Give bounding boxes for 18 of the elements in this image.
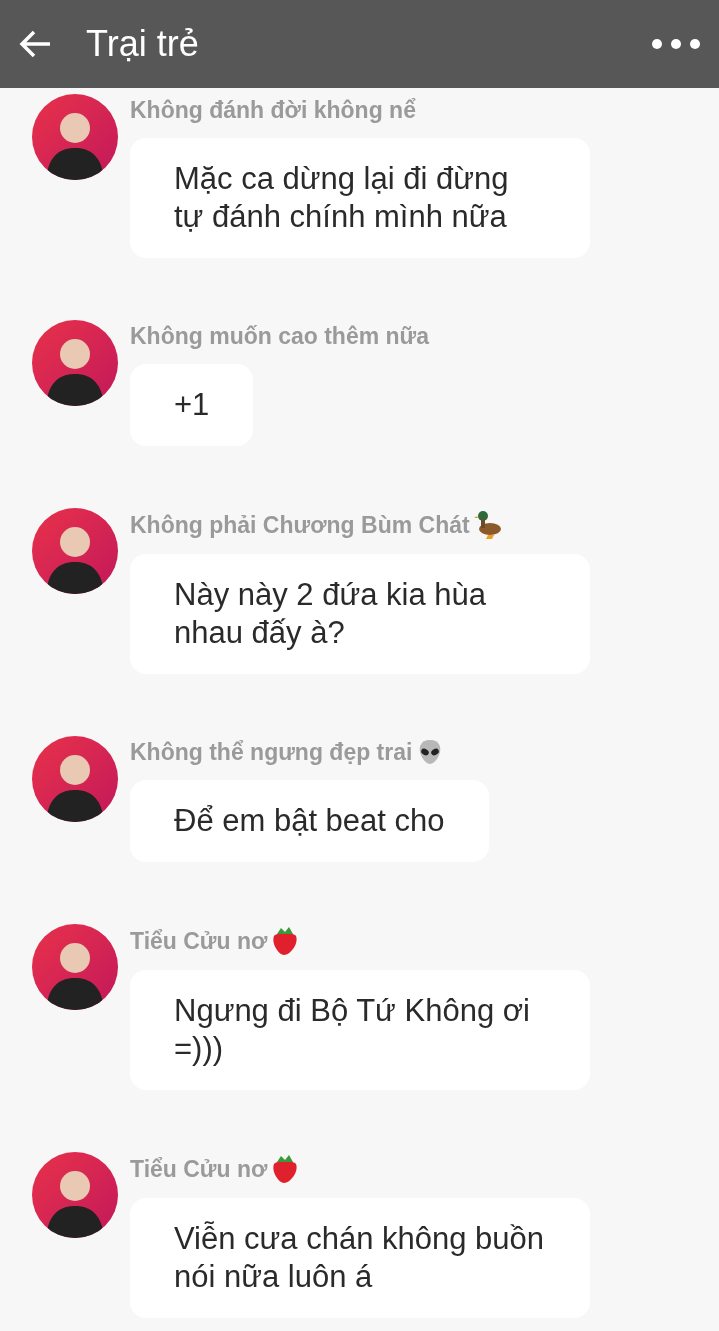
sender-name: Không muốn cao thêm nữa [130, 322, 430, 350]
sender-name: Không đánh đời không nể [130, 96, 416, 124]
duck-icon [473, 510, 504, 540]
sender-name: Tiểu Cửu nơ [130, 927, 268, 955]
sender-name: Không thể ngưng đẹp trai [130, 738, 413, 766]
more-icon [651, 37, 701, 51]
strawberry-icon [271, 1154, 300, 1184]
chat-title: Trại trẻ [86, 23, 200, 65]
message-bubble: Ngưng đi Bộ Tứ Không ơi =))) [130, 970, 590, 1090]
message-bubble: Viễn cưa chán không buồn nói nữa luôn á [130, 1198, 590, 1318]
sender-name: Tiểu Cửu nơ [130, 1155, 268, 1183]
message-bubble: +1 [130, 364, 254, 446]
message-bubble: Này này 2 đứa kia hùa nhau đấy à? [130, 554, 590, 674]
sender-name: Không phải Chương Bùm Chát [130, 511, 470, 539]
strawberry-icon [271, 926, 300, 956]
back-arrow-icon [18, 29, 52, 59]
message-bubble: Để em bật beat cho [130, 780, 489, 862]
message-bubble: Mặc ca dừng lại đi đừng tự đánh chính mình nữa [130, 138, 590, 258]
